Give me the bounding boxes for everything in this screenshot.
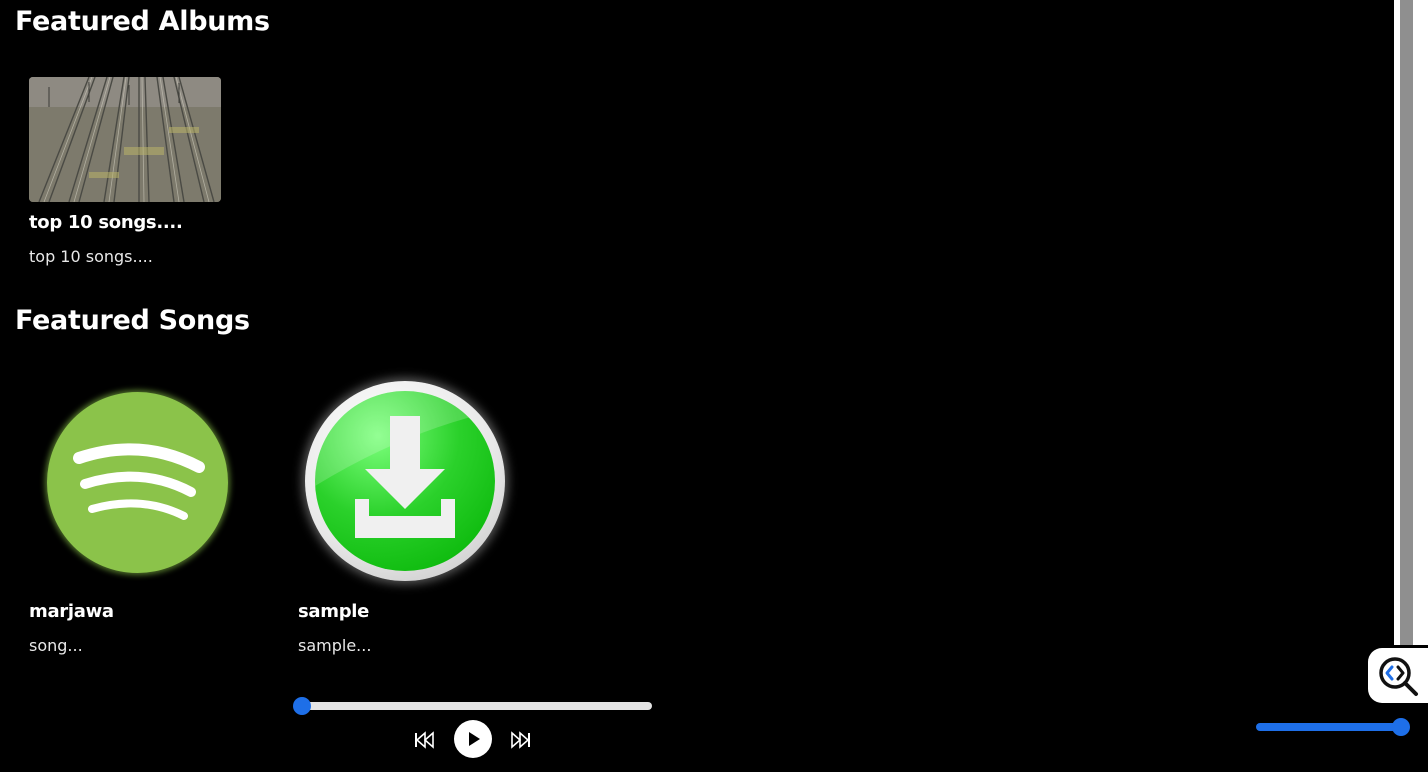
download-icon[interactable] bbox=[305, 381, 505, 581]
skip-forward-icon bbox=[511, 731, 530, 749]
skip-back-icon bbox=[415, 731, 434, 749]
previous-button[interactable] bbox=[413, 729, 437, 751]
spotify-icon[interactable] bbox=[47, 392, 228, 573]
album-cover-image[interactable] bbox=[29, 77, 221, 202]
album-title[interactable]: top 10 songs.... bbox=[29, 212, 183, 233]
next-button[interactable] bbox=[508, 729, 532, 751]
album-subtitle: top 10 songs.... bbox=[29, 247, 153, 266]
code-zoom-icon bbox=[1379, 656, 1418, 696]
play-button[interactable] bbox=[454, 720, 492, 758]
featured-albums-title: Featured Albums bbox=[15, 6, 270, 37]
zoom-button[interactable] bbox=[1368, 648, 1428, 703]
song-title[interactable]: marjawa bbox=[29, 601, 114, 622]
volume-slider[interactable] bbox=[1256, 723, 1404, 731]
play-icon bbox=[469, 732, 480, 746]
song-title[interactable]: sample bbox=[298, 601, 369, 622]
song-subtitle: song... bbox=[29, 636, 83, 655]
song-subtitle: sample... bbox=[298, 636, 372, 655]
scrollbar-thumb[interactable] bbox=[1400, 0, 1413, 645]
progress-handle[interactable] bbox=[293, 697, 311, 715]
featured-songs-title: Featured Songs bbox=[15, 305, 250, 336]
progress-bar[interactable] bbox=[300, 702, 652, 710]
volume-handle[interactable] bbox=[1392, 718, 1410, 736]
railway-image bbox=[29, 77, 221, 202]
